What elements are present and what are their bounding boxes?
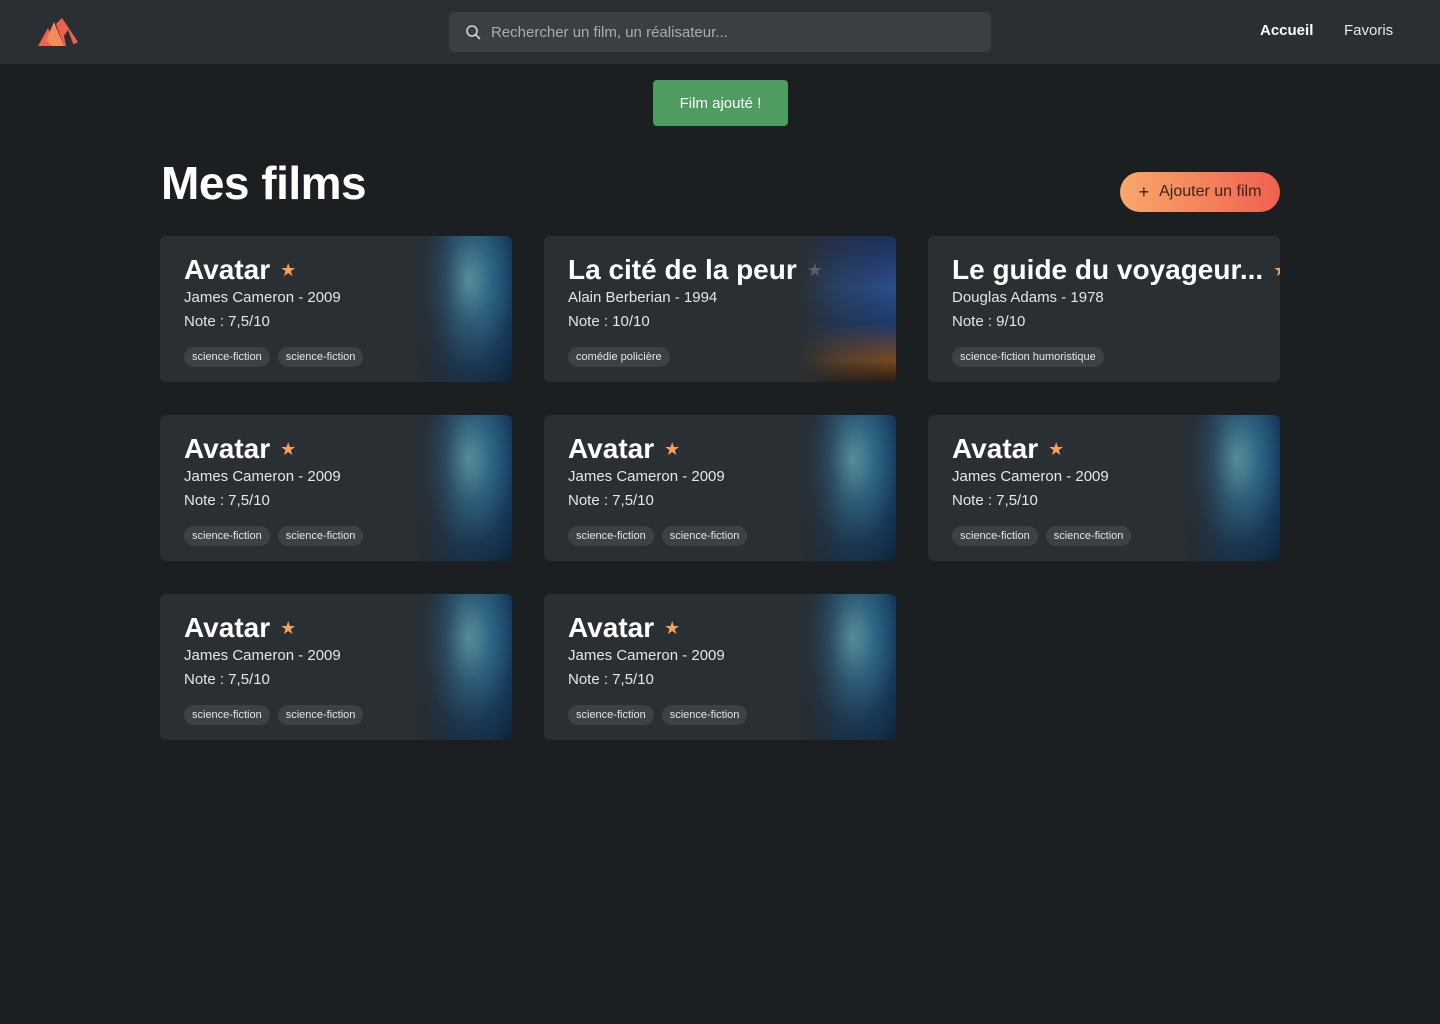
film-director-year: James Cameron - 2009	[184, 468, 341, 485]
film-poster	[414, 594, 512, 740]
favorite-star-icon[interactable]: ★	[1273, 260, 1280, 281]
genre-tag[interactable]: science-fiction	[568, 526, 654, 546]
genre-tag[interactable]: science-fiction humoristique	[952, 347, 1104, 367]
film-rating: Note : 7,5/10	[184, 671, 270, 688]
page-title: Mes films	[161, 157, 367, 209]
film-tags: comédie policière	[568, 347, 670, 367]
film-title-text: Avatar	[184, 612, 271, 643]
genre-tag[interactable]: science-fiction	[661, 705, 748, 725]
top-bar: Accueil Favoris	[0, 0, 1440, 64]
genre-tag[interactable]: science-fiction	[277, 347, 364, 367]
film-director-year: James Cameron - 2009	[568, 468, 725, 485]
film-title: La cité de la peur ★	[568, 254, 823, 286]
favorite-star-icon[interactable]: ★	[1048, 439, 1064, 460]
film-director-year: Alain Berberian - 1994	[568, 289, 718, 306]
film-title-text: Avatar	[952, 433, 1039, 464]
film-tags: science-fiction science-fiction	[184, 526, 364, 546]
film-title-text: Avatar	[184, 254, 271, 285]
film-rating: Note : 7,5/10	[568, 671, 654, 688]
film-tags: science-fiction humoristique	[952, 347, 1104, 367]
film-card[interactable]: Avatar ★ James Cameron - 2009 Note : 7,5/10…	[160, 415, 512, 561]
genre-tag[interactable]: science-fiction	[568, 705, 654, 725]
film-rating: Note : 7,5/10	[568, 492, 654, 509]
film-director-year: James Cameron - 2009	[184, 647, 341, 664]
film-title-text: Avatar	[568, 433, 655, 464]
genre-tag[interactable]: science-fiction	[277, 526, 364, 546]
film-tags: science-fiction science-fiction	[568, 526, 748, 546]
film-card[interactable]: Avatar ★ James Cameron - 2009 Note : 7,5/10…	[928, 415, 1280, 561]
film-rating: Note : 7,5/10	[184, 313, 270, 330]
film-title-text: Avatar	[184, 433, 271, 464]
film-card[interactable]: Le guide du voyageur... ★ Douglas Adams - …	[928, 236, 1280, 382]
genre-tag[interactable]: comédie policière	[568, 347, 670, 367]
film-title-text: La cité de la peur	[568, 254, 797, 285]
film-title: Avatar ★	[184, 433, 296, 465]
film-card[interactable]: Avatar ★ James Cameron - 2009 Note : 7,5/10…	[160, 594, 512, 740]
film-card[interactable]: Avatar ★ James Cameron - 2009 Note : 7,5/10…	[160, 236, 512, 382]
film-tags: science-fiction science-fiction	[184, 347, 364, 367]
film-card[interactable]: La cité de la peur ★ Alain Berberian - 199…	[544, 236, 896, 382]
toast-text: Film ajouté !	[679, 94, 762, 112]
genre-tag[interactable]: science-fiction	[184, 526, 270, 546]
favorite-star-icon[interactable]: ★	[664, 439, 680, 460]
film-poster	[414, 236, 512, 382]
genre-tag[interactable]: science-fiction	[1045, 526, 1132, 546]
film-title: Le guide du voyageur... ★	[952, 254, 1280, 286]
film-title: Avatar ★	[184, 612, 296, 644]
film-title: Avatar ★	[568, 433, 680, 465]
film-poster	[414, 415, 512, 561]
film-title: Avatar ★	[568, 612, 680, 644]
film-poster	[798, 415, 896, 561]
toast-notification: Film ajouté !	[653, 80, 788, 126]
film-title-text: Avatar	[568, 612, 655, 643]
film-director-year: Douglas Adams - 1978	[952, 289, 1104, 306]
genre-tag[interactable]: science-fiction	[661, 526, 748, 546]
film-card[interactable]: Avatar ★ James Cameron - 2009 Note : 7,5/10…	[544, 415, 896, 561]
favorite-star-icon[interactable]: ★	[280, 260, 296, 281]
film-tags: science-fiction science-fiction	[184, 705, 364, 725]
search-input[interactable]	[491, 23, 971, 41]
genre-tag[interactable]: science-fiction	[184, 705, 270, 725]
genre-tag[interactable]: science-fiction	[277, 705, 364, 725]
film-tags: science-fiction science-fiction	[568, 705, 748, 725]
favorite-star-icon[interactable]: ★	[280, 618, 296, 639]
film-director-year: James Cameron - 2009	[568, 647, 725, 664]
logo-icon[interactable]	[38, 18, 80, 46]
film-title: Avatar ★	[184, 254, 296, 286]
search-icon	[466, 25, 481, 40]
add-film-label: Ajouter un film	[1159, 183, 1262, 200]
film-tags: science-fiction science-fiction	[952, 526, 1132, 546]
film-rating: Note : 7,5/10	[184, 492, 270, 509]
plus-icon: +	[1138, 182, 1150, 202]
film-director-year: James Cameron - 2009	[184, 289, 341, 306]
film-director-year: James Cameron - 2009	[952, 468, 1109, 485]
favorite-star-icon[interactable]: ★	[280, 439, 296, 460]
favorite-star-icon[interactable]: ★	[807, 260, 823, 281]
film-rating: Note : 7,5/10	[952, 492, 1038, 509]
nav-home-link[interactable]: Accueil	[1260, 22, 1313, 39]
film-poster	[798, 594, 896, 740]
genre-tag[interactable]: science-fiction	[952, 526, 1038, 546]
nav-favorites-link[interactable]: Favoris	[1344, 22, 1393, 39]
film-rating: Note : 10/10	[568, 313, 650, 330]
search-bar[interactable]	[449, 12, 991, 52]
favorite-star-icon[interactable]: ★	[664, 618, 680, 639]
genre-tag[interactable]: science-fiction	[184, 347, 270, 367]
film-poster	[1182, 415, 1280, 561]
film-card[interactable]: Avatar ★ James Cameron - 2009 Note : 7,5/10…	[544, 594, 896, 740]
film-rating: Note : 9/10	[952, 313, 1026, 330]
add-film-button[interactable]: + Ajouter un film	[1120, 172, 1280, 212]
film-title-text: Le guide du voyageur...	[952, 254, 1264, 285]
film-title: Avatar ★	[952, 433, 1064, 465]
